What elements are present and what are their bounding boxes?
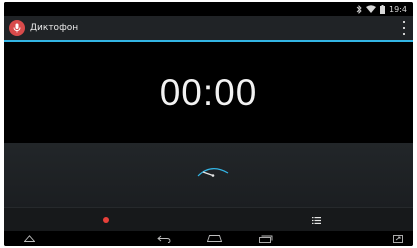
record-icon	[103, 217, 109, 223]
level-meter-icon	[197, 168, 229, 177]
navigation-bar	[4, 231, 413, 246]
timer-display: 00:00	[159, 71, 258, 113]
overflow-menu-icon[interactable]	[401, 21, 407, 35]
level-meter-area	[4, 143, 413, 207]
recent-apps-icon[interactable]	[258, 233, 274, 244]
action-bar: Диктофон	[4, 16, 413, 42]
device-screen: 19:4 Диктофон 00:00	[4, 2, 413, 246]
fullscreen-icon[interactable]	[392, 233, 404, 244]
control-bar	[4, 207, 413, 232]
status-bar: 19:4	[4, 2, 413, 16]
timer-area: 00:00	[4, 42, 413, 143]
status-icons: 19:4	[356, 3, 407, 15]
recordings-list-button[interactable]	[309, 213, 323, 227]
app-title: Диктофон	[30, 23, 79, 33]
battery-icon	[380, 4, 386, 14]
bluetooth-icon	[356, 4, 362, 14]
record-button[interactable]	[99, 213, 113, 227]
status-time: 19:4	[389, 4, 407, 14]
microphone-icon[interactable]	[9, 20, 25, 36]
home-icon[interactable]	[206, 233, 222, 244]
home-up-icon[interactable]	[22, 233, 36, 244]
recordings-list-icon	[311, 216, 321, 224]
wifi-icon	[366, 5, 377, 13]
back-icon[interactable]	[156, 233, 172, 244]
